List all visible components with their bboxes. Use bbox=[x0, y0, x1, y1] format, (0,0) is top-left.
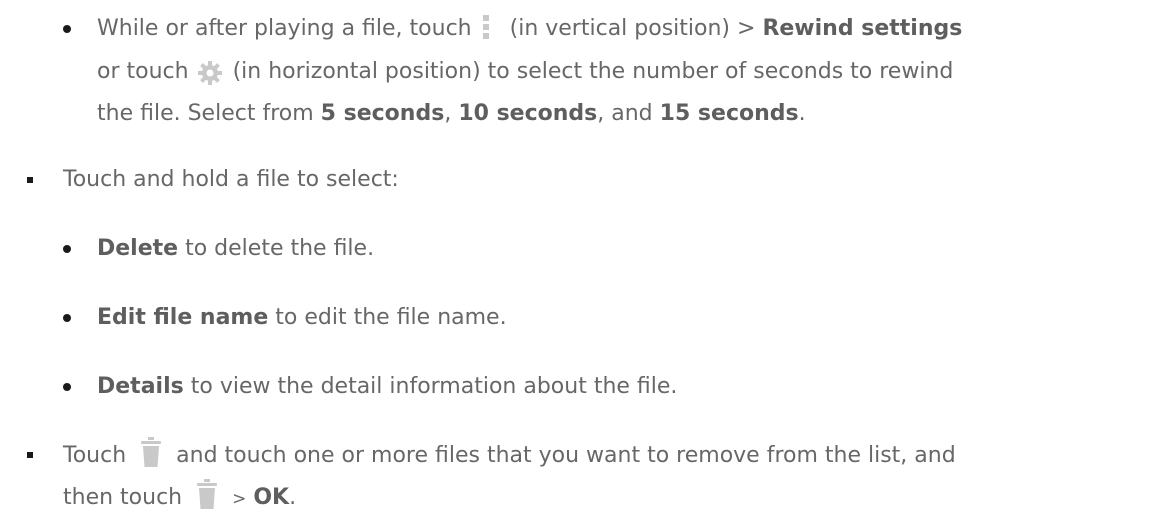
bullet-dot bbox=[63, 245, 71, 253]
touch-hold-item: Touch and hold a file to select: bbox=[63, 159, 399, 201]
details-item: Details to view the detail information a… bbox=[97, 366, 677, 408]
document-page: While or after playing a file, touch (in… bbox=[0, 0, 1152, 532]
delete-item: Delete to delete the file. bbox=[97, 228, 374, 270]
remove-end: . bbox=[289, 485, 297, 510]
touch-hold-text: Touch and hold a file to select: bbox=[63, 167, 399, 192]
edit-text: to edit the file name. bbox=[275, 305, 507, 330]
line1-text: While or after playing a file, touch bbox=[97, 16, 472, 41]
line2-pre: or touch bbox=[97, 59, 189, 84]
option-5-seconds: 5 seconds bbox=[320, 101, 445, 126]
details-label: Details bbox=[97, 374, 184, 399]
remove-files-line-1: Touch and touch one or more files that y… bbox=[63, 435, 956, 477]
remove-sep: > bbox=[232, 489, 247, 509]
rewind-instruction-line-2: or touch (in horizontal position) to sel… bbox=[97, 51, 953, 93]
line3-sep2: , and bbox=[597, 101, 653, 126]
bullet-dot bbox=[63, 314, 71, 322]
ok-label: OK bbox=[253, 485, 290, 510]
remove-files-line-2: then touch > OK. bbox=[63, 477, 296, 520]
option-15-seconds: 15 seconds bbox=[659, 101, 799, 126]
edit-file-name-label: Edit file name bbox=[97, 305, 269, 330]
delete-label: Delete bbox=[97, 236, 179, 261]
details-text: to view the detail information about the… bbox=[190, 374, 678, 399]
trash-icon bbox=[141, 437, 162, 467]
remove-pre: Touch bbox=[63, 443, 127, 468]
option-10-seconds: 10 seconds bbox=[458, 101, 598, 126]
line1-mid: (in vertical position) > bbox=[509, 16, 756, 41]
remove-line2-pre: then touch bbox=[63, 485, 183, 510]
rewind-instruction-line-3: the file. Select from 5 seconds, 10 seco… bbox=[97, 93, 806, 135]
delete-text: to delete the file. bbox=[185, 236, 375, 261]
trash-icon bbox=[197, 479, 218, 509]
remove-post: and touch one or more files that you wan… bbox=[176, 443, 956, 468]
vertical-menu-icon bbox=[482, 15, 491, 39]
bullet-dot bbox=[63, 383, 71, 391]
rewind-settings-label: Rewind settings bbox=[762, 16, 963, 41]
bullet-square bbox=[27, 452, 33, 458]
gear-icon bbox=[197, 58, 222, 85]
rewind-instruction-line-1: While or after playing a file, touch (in… bbox=[97, 8, 962, 50]
line3-end: . bbox=[798, 101, 806, 126]
line3-pre: the file. Select from bbox=[97, 101, 314, 126]
edit-file-name-item: Edit file name to edit the file name. bbox=[97, 297, 507, 339]
line3-sep1: , bbox=[444, 101, 452, 126]
bullet-dot bbox=[63, 25, 71, 33]
line2-post: (in horizontal position) to select the n… bbox=[232, 59, 954, 84]
bullet-square bbox=[27, 177, 33, 183]
